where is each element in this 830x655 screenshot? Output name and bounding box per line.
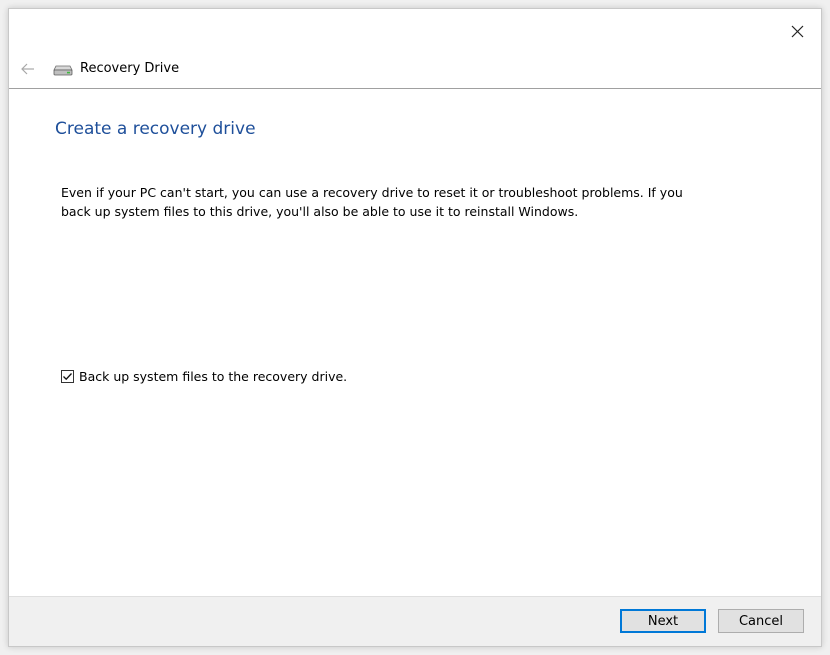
next-button[interactable]: Next [620,609,706,633]
cancel-button[interactable]: Cancel [718,609,804,633]
checkmark-icon [63,373,72,381]
window-title: Recovery Drive [80,61,180,76]
checkbox-box[interactable] [61,370,74,383]
recovery-drive-dialog: Recovery Drive Create a recovery drive E… [8,8,822,647]
close-button[interactable] [785,19,809,43]
dialog-footer: Next Cancel [9,596,821,646]
checkbox-label: Back up system files to the recovery dri… [79,369,348,384]
backup-system-files-checkbox[interactable]: Back up system files to the recovery dri… [61,369,347,384]
page-title: Create a recovery drive [55,119,256,139]
back-arrow-icon [21,63,34,75]
description-text: Even if your PC can't start, you can use… [61,185,683,219]
drive-icon [53,65,73,76]
close-icon [791,25,803,37]
dialog-header: Recovery Drive [9,53,821,89]
back-button[interactable] [17,57,39,81]
